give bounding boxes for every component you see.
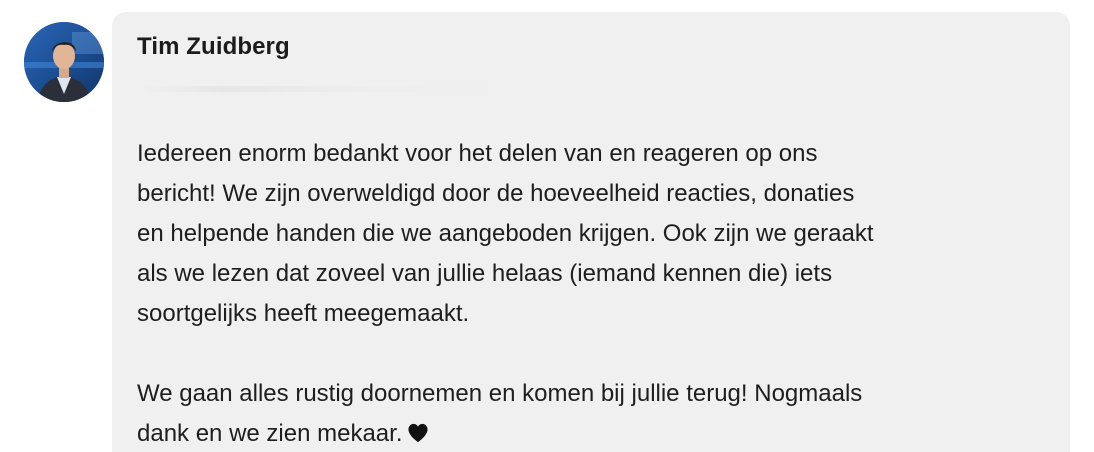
message-paragraph-1: Iedereen enorm bedankt voor het delen va…: [137, 140, 874, 327]
message-paragraph-2: We gaan alles rustig doornemen en komen …: [137, 374, 1046, 452]
author-name[interactable]: Tim Zuidberg: [137, 32, 1046, 62]
comment: Tim Zuidberg Iedereen enorm bedankt voor…: [0, 0, 1094, 452]
comment-message: Iedereen enorm bedankt voor het delen va…: [137, 134, 1046, 452]
avatar-photo: [24, 22, 104, 102]
comment-bubble: Tim Zuidberg Iedereen enorm bedankt voor…: [112, 12, 1070, 452]
heart-icon: [407, 416, 429, 443]
message-paragraph-2-text: We gaan alles rustig doornemen en komen …: [137, 380, 863, 447]
faded-meta-line: [137, 68, 1046, 112]
avatar[interactable]: [24, 22, 104, 102]
